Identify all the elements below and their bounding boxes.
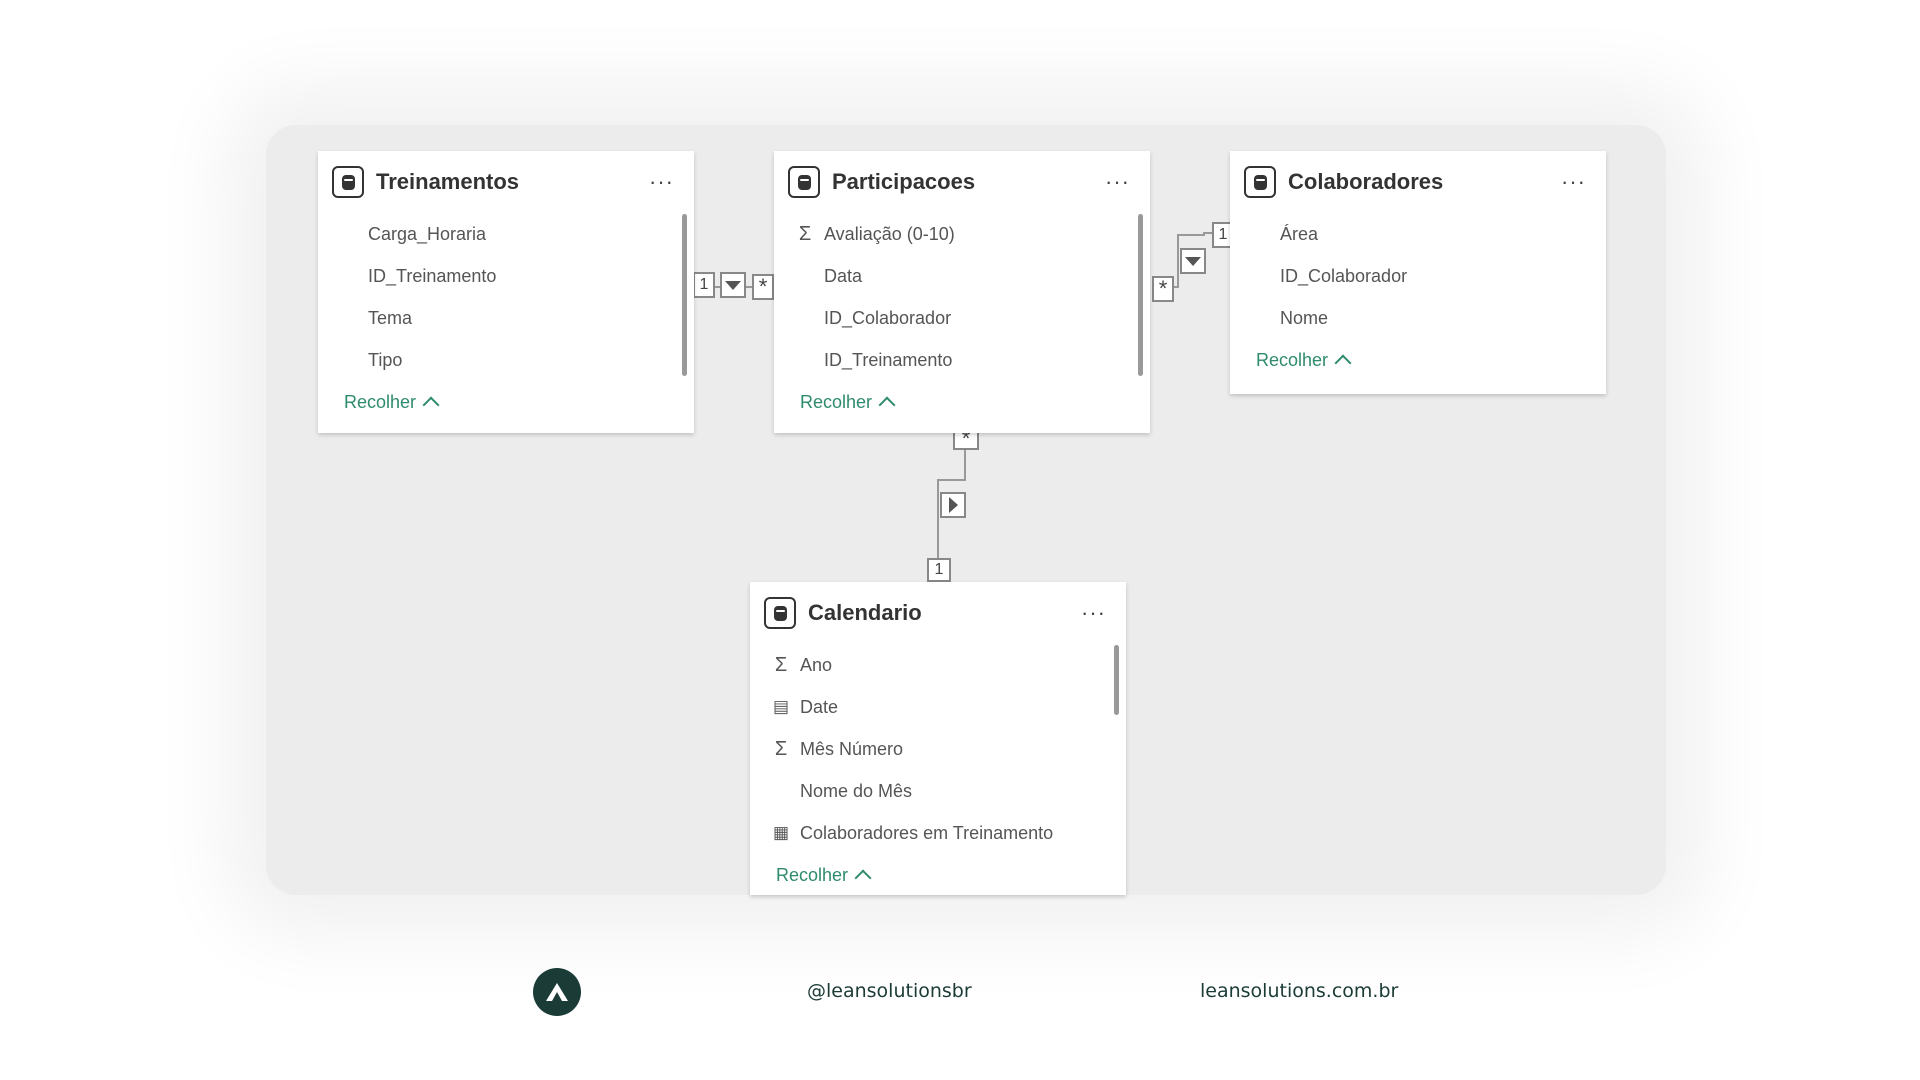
- field-row[interactable]: Área: [1230, 213, 1606, 255]
- field-name: Avaliação (0-10): [824, 223, 955, 244]
- sum-icon: Σ: [798, 222, 812, 245]
- field-name: Tema: [368, 307, 413, 328]
- chevron-up-icon: [878, 396, 896, 414]
- calendar-icon: ▤: [772, 697, 790, 716]
- table-title: Participacoes: [832, 169, 976, 194]
- field-name: ID_Treinamento: [368, 265, 497, 286]
- table-header: Participacoes ···: [774, 151, 1150, 213]
- field-row[interactable]: Σ Avaliação (0-10): [774, 213, 1150, 255]
- field-row[interactable]: Carga_Horaria: [318, 213, 694, 255]
- more-options-icon[interactable]: ···: [1561, 169, 1586, 195]
- scrollbar[interactable]: [1114, 645, 1119, 715]
- field-row[interactable]: ▦ Colaboradores em Treinamento: [750, 812, 1126, 854]
- logo-arrow-icon: [546, 983, 568, 1001]
- chevron-up-icon: [854, 869, 872, 887]
- sum-icon: Σ: [774, 737, 788, 760]
- table-title: Treinamentos: [376, 169, 520, 194]
- cardinality-many-badge: *: [752, 274, 774, 300]
- collapse-button[interactable]: Recolher: [800, 381, 1150, 423]
- collapse-label: Recolher: [344, 391, 417, 412]
- field-name: Nome: [1280, 307, 1329, 328]
- field-row[interactable]: ID_Colaborador: [1230, 255, 1606, 297]
- table-card-colaboradores[interactable]: Colaboradores ··· Área ID_Colaborador No…: [1230, 151, 1606, 394]
- field-name: Date: [800, 696, 839, 717]
- field-row[interactable]: Nome: [1230, 297, 1606, 339]
- brand-logo: [533, 968, 581, 1016]
- collapse-label: Recolher: [800, 391, 873, 412]
- filter-direction-icon: [1180, 248, 1206, 274]
- sum-icon: Σ: [774, 653, 788, 676]
- more-options-icon[interactable]: ···: [649, 169, 674, 195]
- field-name: Ano: [800, 654, 833, 675]
- field-name: Nome do Mês: [800, 780, 913, 801]
- cardinality-one-badge: 1: [693, 272, 715, 298]
- field-row[interactable]: ▤ Date: [750, 686, 1126, 728]
- more-options-icon[interactable]: ···: [1081, 600, 1106, 626]
- table-icon: [764, 597, 796, 629]
- field-row[interactable]: Nome do Mês: [750, 770, 1126, 812]
- table-icon: [788, 166, 820, 198]
- table-card-calendario[interactable]: Calendario ··· Σ Ano ▤ Date Σ Mês Número No…: [750, 582, 1126, 895]
- more-options-icon[interactable]: ···: [1105, 169, 1130, 195]
- scrollbar[interactable]: [1138, 214, 1143, 376]
- website-link[interactable]: leansolutions.com.br: [1200, 980, 1398, 1002]
- field-name: Área: [1280, 223, 1319, 244]
- scrollbar[interactable]: [682, 214, 687, 376]
- table-title: Calendario: [808, 600, 922, 625]
- table-icon: [332, 166, 364, 198]
- field-row[interactable]: Tema: [318, 297, 694, 339]
- field-row[interactable]: Data: [774, 255, 1150, 297]
- measure-icon: ▦: [772, 823, 790, 842]
- field-name: Colaboradores em Treinamento: [800, 822, 1054, 843]
- collapse-label: Recolher: [776, 864, 849, 885]
- cardinality-one-badge: 1: [927, 558, 951, 582]
- collapse-button[interactable]: Recolher: [344, 381, 694, 423]
- field-name: Tipo: [368, 349, 403, 370]
- field-name: Mês Número: [800, 738, 904, 759]
- field-name: Carga_Horaria: [368, 223, 487, 244]
- field-row[interactable]: ID_Treinamento: [318, 255, 694, 297]
- table-header: Calendario ···: [750, 582, 1126, 644]
- field-name: ID_Colaborador: [824, 307, 952, 328]
- collapse-button[interactable]: Recolher: [776, 854, 1126, 896]
- filter-direction-icon: [940, 492, 966, 518]
- field-row[interactable]: Tipo: [318, 339, 694, 381]
- chevron-up-icon: [422, 396, 440, 414]
- collapse-button[interactable]: Recolher: [1256, 339, 1606, 381]
- filter-direction-icon: [720, 272, 746, 298]
- field-row[interactable]: Σ Mês Número: [750, 728, 1126, 770]
- table-card-treinamentos[interactable]: Treinamentos ··· Carga_Horaria ID_Treina…: [318, 151, 694, 433]
- field-row[interactable]: ID_Treinamento: [774, 339, 1150, 381]
- table-icon: [1244, 166, 1276, 198]
- field-row[interactable]: Σ Ano: [750, 644, 1126, 686]
- table-header: Colaboradores ···: [1230, 151, 1606, 213]
- table-card-participacoes[interactable]: Participacoes ··· Σ Avaliação (0-10) Data…: [774, 151, 1150, 433]
- social-handle: @leansolutionsbr: [807, 980, 972, 1002]
- collapse-label: Recolher: [1256, 349, 1329, 370]
- field-name: ID_Colaborador: [1280, 265, 1408, 286]
- field-name: Data: [824, 265, 863, 286]
- cardinality-many-badge: *: [1152, 276, 1174, 302]
- table-title: Colaboradores: [1288, 169, 1444, 194]
- field-name: ID_Treinamento: [824, 349, 953, 370]
- chevron-up-icon: [1334, 354, 1352, 372]
- field-row[interactable]: ID_Colaborador: [774, 297, 1150, 339]
- table-header: Treinamentos ···: [318, 151, 694, 213]
